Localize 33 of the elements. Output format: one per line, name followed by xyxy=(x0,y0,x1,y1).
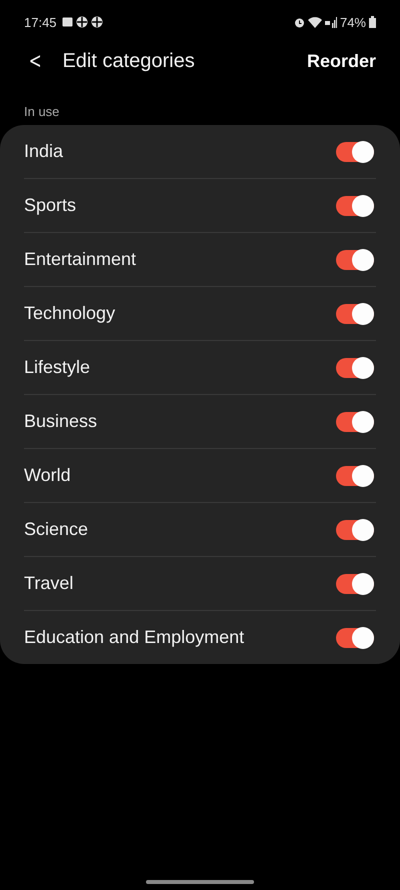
toggle-switch[interactable] xyxy=(336,412,374,432)
reorder-button[interactable]: Reorder xyxy=(306,50,376,72)
status-time: 17:45 xyxy=(24,14,57,30)
toggle-switch[interactable] xyxy=(336,196,374,216)
battery-icon xyxy=(369,16,376,28)
image-icon xyxy=(62,17,73,27)
grid-circle-icon xyxy=(76,16,88,28)
category-name: Technology xyxy=(24,303,116,324)
category-name: Science xyxy=(24,519,88,540)
toggle-switch[interactable] xyxy=(336,628,374,648)
toggle-switch[interactable] xyxy=(336,574,374,594)
page-title: Edit categories xyxy=(62,50,196,72)
grid-circle-icon xyxy=(90,16,103,28)
category-name: Education and Employment xyxy=(24,627,244,648)
toggle-switch[interactable] xyxy=(336,304,374,324)
category-name: Entertainment xyxy=(24,249,136,270)
toggle-switch[interactable] xyxy=(336,466,374,486)
category-name: Travel xyxy=(24,573,74,594)
toggle-switch[interactable] xyxy=(336,358,374,378)
section-label: In use xyxy=(23,103,60,121)
toggle-switch[interactable] xyxy=(336,520,374,540)
back-button[interactable]: < xyxy=(23,48,48,74)
toggle-switch[interactable] xyxy=(336,250,374,270)
alarm-icon xyxy=(294,16,305,28)
battery-percentage: 74% xyxy=(340,14,366,30)
category-name: India xyxy=(24,141,64,162)
category-name: World xyxy=(24,465,71,486)
category-name: Business xyxy=(24,411,98,432)
toggle-switch[interactable] xyxy=(336,142,374,162)
category-name: Sports xyxy=(24,195,76,216)
signal-icon xyxy=(324,16,337,28)
category-name: Lifestyle xyxy=(24,357,90,378)
wifi-icon xyxy=(308,16,322,28)
